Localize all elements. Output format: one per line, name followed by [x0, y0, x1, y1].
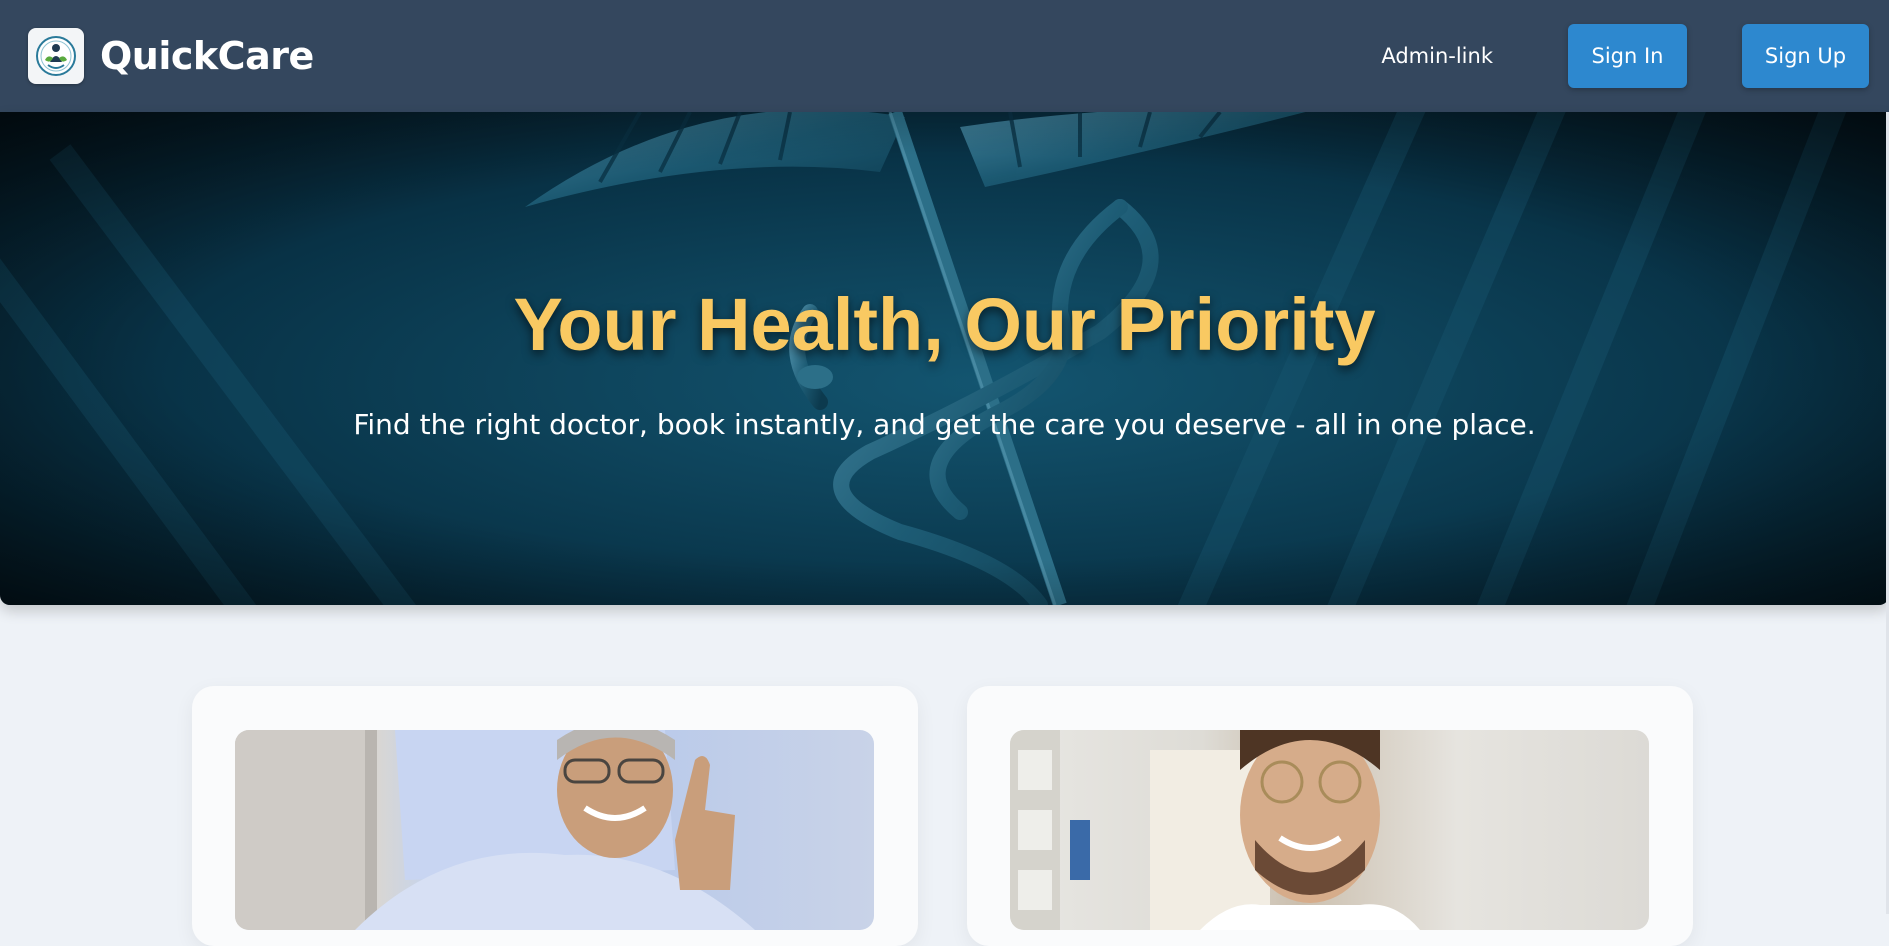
hero-title: Your Health, Our Priority: [513, 283, 1376, 366]
hero-subtitle: Find the right doctor, book instantly, a…: [353, 408, 1536, 441]
feature-card-patient[interactable]: [192, 686, 918, 946]
patient-thumbs-up-photo: [235, 730, 874, 930]
nav-actions: Admin-link Sign In Sign Up: [1381, 24, 1869, 88]
medical-care-logo-icon: [28, 28, 84, 84]
top-navbar: QuickCare Admin-link Sign In Sign Up: [0, 0, 1889, 112]
brand-name: QuickCare: [100, 34, 314, 78]
sign-up-button[interactable]: Sign Up: [1742, 24, 1869, 88]
smiling-doctor-photo: [1010, 730, 1649, 930]
feature-card-doctor[interactable]: [967, 686, 1693, 946]
brand[interactable]: QuickCare: [28, 28, 314, 84]
sign-in-button[interactable]: Sign In: [1568, 24, 1687, 88]
hero-banner: Your Health, Our Priority Find the right…: [0, 112, 1889, 605]
admin-link[interactable]: Admin-link: [1381, 44, 1493, 68]
